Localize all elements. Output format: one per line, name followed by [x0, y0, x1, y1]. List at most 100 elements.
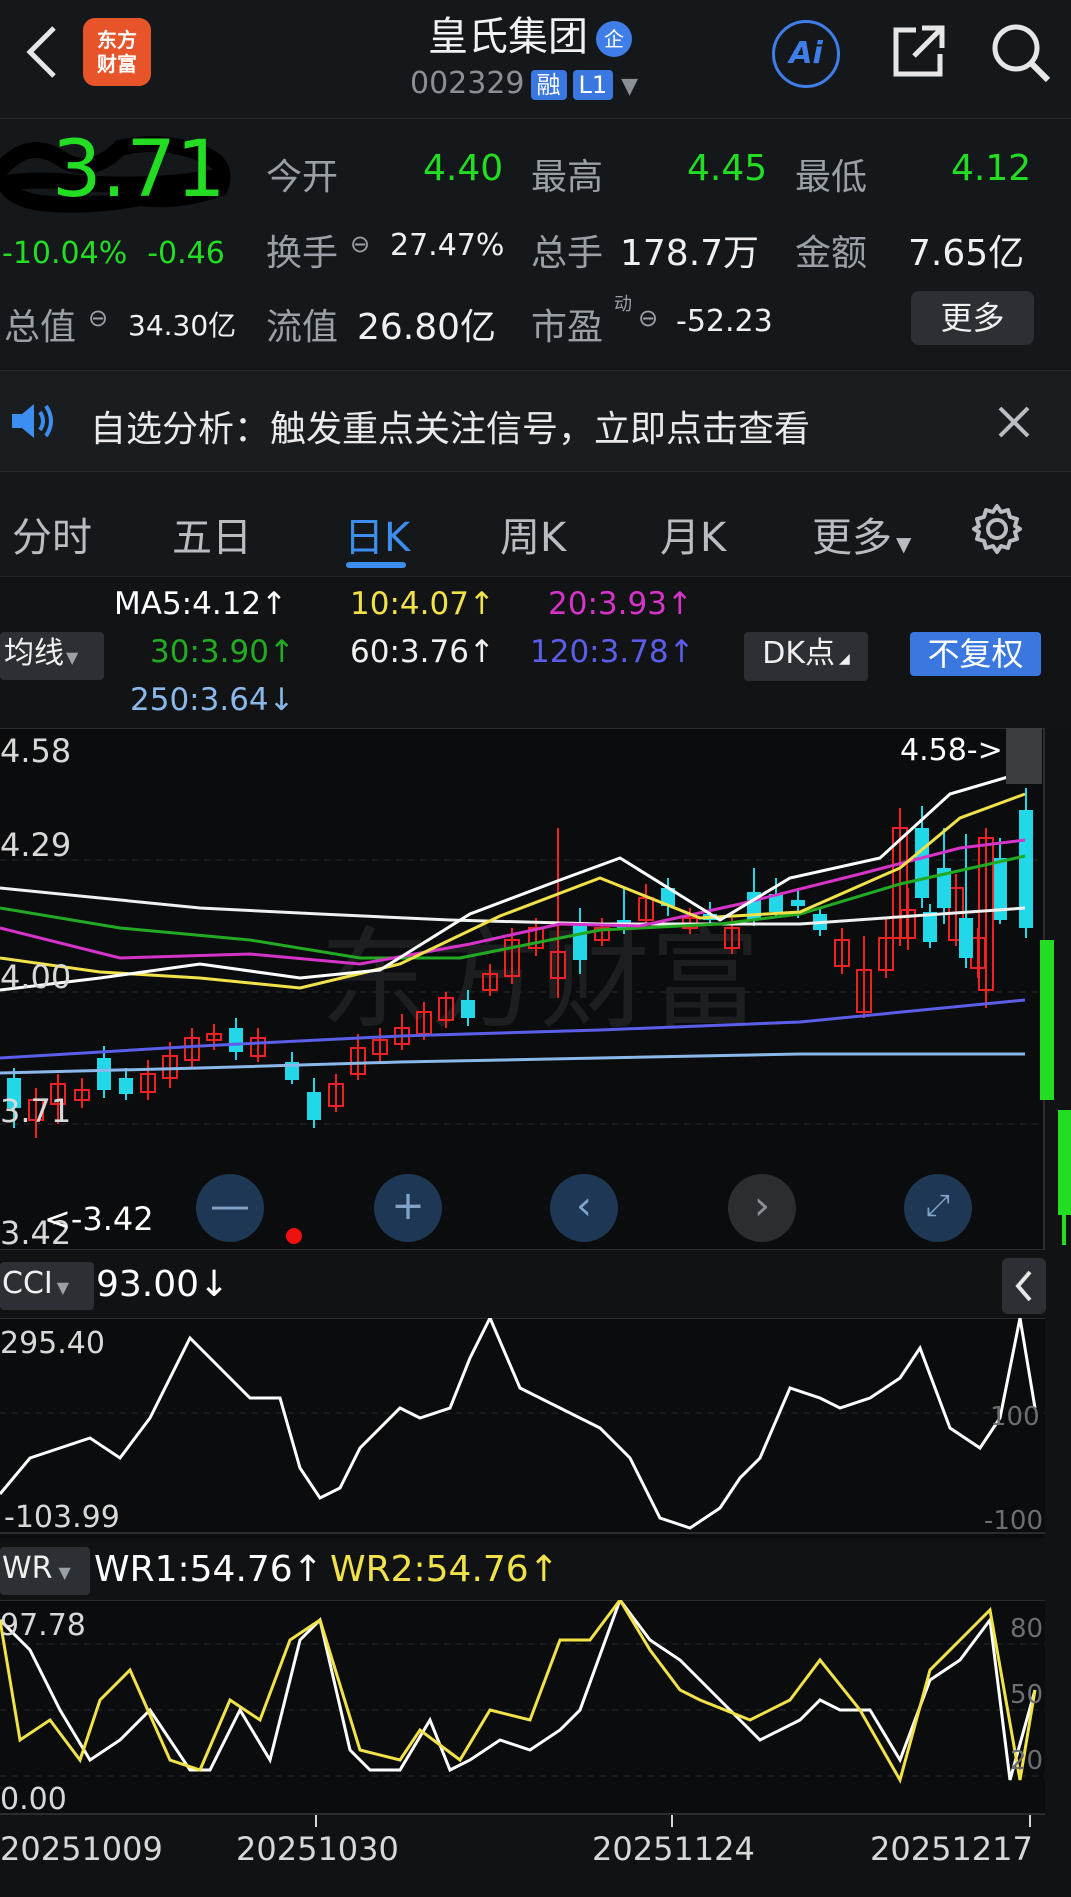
stock-code[interactable]: 002329 融 L1 ▼ [410, 66, 638, 101]
cci-value: 93.00↓ [96, 1264, 230, 1305]
ma10-label: 10:4.07↑ [350, 586, 495, 622]
cci-bottom-label: -103.99 [4, 1500, 120, 1535]
caret-down-icon: ▼ [66, 648, 79, 667]
chevron-down-icon: ▼ [621, 74, 639, 99]
margin-tag: 融 [530, 69, 567, 100]
stock-title: 皇氏集团企 [360, 4, 700, 62]
share-icon[interactable] [888, 22, 948, 82]
wr-ref-label: 20 [1010, 1746, 1044, 1776]
active-tab-indicator [346, 562, 406, 568]
turnover-value: 27.47% [390, 228, 505, 263]
low-value: 4.12 [951, 148, 1032, 189]
side-bar [1058, 1110, 1071, 1215]
candle-body [461, 1000, 475, 1018]
candle-body [97, 1058, 111, 1090]
wr-ref-label: 80 [1010, 1614, 1044, 1644]
app-logo: 东方 财富 [83, 18, 151, 86]
date-label: 20251124 [592, 1830, 755, 1868]
candle-body [915, 828, 929, 898]
caret-down-icon: ▼ [56, 1278, 70, 1297]
tab-weekly-k[interactable]: 周K [500, 505, 566, 563]
date-label: 20251009 [0, 1830, 163, 1868]
max-marker-box [1006, 728, 1042, 784]
gear-icon[interactable] [970, 502, 1024, 556]
pe-label: 市盈 [531, 307, 604, 348]
y-label: 4.00 [0, 958, 72, 996]
open-label: 今开 [266, 157, 339, 198]
ai-button[interactable]: Ai [772, 20, 840, 88]
tab-more[interactable]: 更多 ▼ [812, 505, 911, 563]
corner-icon: ◢ [839, 651, 850, 667]
side-bar [1040, 940, 1054, 1100]
candle-body [307, 1092, 321, 1120]
zoom-out-button[interactable]: — [196, 1174, 264, 1242]
pe-superscript: 动 [614, 294, 632, 315]
y-label: 3.71 [0, 1092, 72, 1130]
cci-chart [0, 1318, 1045, 1538]
adjust-button[interactable]: 不复权 [910, 632, 1041, 676]
ma5-label: MA5:4.12↑ [114, 586, 288, 622]
cci-ref-label: -100 [984, 1506, 1044, 1536]
high-value: 4.45 [687, 148, 768, 189]
chevron-left-icon[interactable] [1002, 1258, 1046, 1314]
high-label: 最高 [531, 157, 604, 198]
back-icon[interactable] [18, 22, 68, 82]
y-label: 4.29 [0, 826, 72, 864]
wr-bottom-label: 0.00 [0, 1782, 67, 1817]
ma30-label: 30:3.90↑ [150, 634, 295, 670]
candle-body [791, 900, 805, 906]
scroll-right-button[interactable]: › [728, 1174, 796, 1242]
min-price-marker: <-3.42 [44, 1200, 154, 1238]
cci-select[interactable]: CCI ▼ [0, 1262, 94, 1310]
caret-down-icon: ▼ [896, 532, 912, 556]
mktcap-value: 34.30亿 [128, 309, 237, 342]
close-icon[interactable] [992, 400, 1036, 444]
info-icon[interactable]: ⊖ [638, 304, 658, 332]
open-value: 4.40 [423, 148, 504, 189]
candle-body [229, 1028, 243, 1052]
amount-label: 金额 [795, 233, 868, 274]
search-icon[interactable] [988, 20, 1052, 84]
price-change: -10.04% -0.46 [2, 236, 225, 271]
more-button[interactable]: 更多 [911, 291, 1034, 345]
wr-select[interactable]: WR ▼ [0, 1547, 90, 1595]
zoom-in-button[interactable]: + [374, 1174, 442, 1242]
level-tag: L1 [572, 69, 614, 100]
ma20-label: 20:3.93↑ [548, 586, 693, 622]
date-ticks [315, 1815, 1031, 1827]
info-icon[interactable]: ⊖ [88, 304, 108, 332]
cci-top-label: 295.40 [0, 1326, 105, 1361]
tab-monthly-k[interactable]: 月K [660, 505, 726, 563]
ma60-label: 60:3.76↑ [350, 634, 495, 670]
info-icon[interactable]: ⊖ [350, 230, 370, 258]
volume-label: 总手 [531, 233, 604, 274]
fullscreen-icon[interactable]: ⤢ [904, 1174, 972, 1242]
speaker-icon [12, 404, 53, 438]
scroll-left-button[interactable]: ‹ [550, 1174, 618, 1242]
dk-point-select[interactable]: DK点 ◢ [744, 632, 868, 681]
kline-chart[interactable]: 东方财富 4.58-> [0, 728, 1045, 1250]
low-label: 最低 [795, 157, 868, 198]
volume-value: 178.7万 [620, 233, 760, 274]
wr2-value: WR2:54.76↑ [330, 1549, 559, 1590]
date-label: 20251217 [870, 1830, 1033, 1868]
ma120-label: 120:3.78↑ [530, 634, 695, 670]
turnover-label: 换手 [266, 233, 339, 274]
caret-down-icon: ▼ [58, 1563, 71, 1582]
tab-intraday[interactable]: 分时 [12, 505, 92, 563]
enterprise-badge: 企 [596, 21, 632, 57]
notice-text[interactable]: 自选分析：触发重点关注信号，立即点击查看 [90, 400, 810, 452]
y-label-top: 4.58 [0, 732, 72, 770]
tab-daily-k[interactable]: 日K [344, 505, 410, 563]
cci-ref-label: 100 [990, 1402, 1040, 1432]
candle-body [573, 924, 587, 960]
candle-body [1019, 810, 1033, 928]
wr-ref-label: 50 [1010, 1680, 1044, 1710]
candle-body [119, 1078, 133, 1094]
side-bar [1062, 1215, 1066, 1245]
pe-value: -52.23 [676, 304, 773, 339]
tab-five-day[interactable]: 五日 [172, 505, 252, 563]
wr-top-label: 97.78 [0, 1608, 86, 1643]
indicator-select[interactable]: 均线 ▼ [0, 632, 104, 680]
float-label: 流值 [266, 307, 339, 348]
